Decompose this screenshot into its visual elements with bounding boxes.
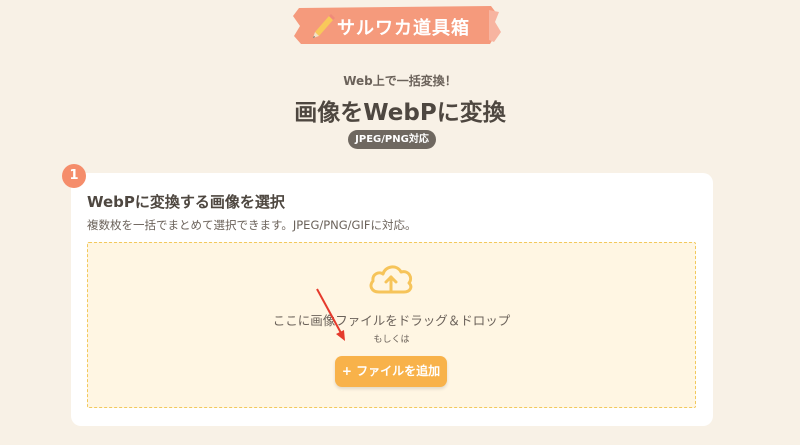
upload-card: WebPに変換する画像を選択 複数枚を一括でまとめて選択できます。JPEG/PN… — [71, 173, 713, 426]
file-dropzone[interactable]: ここに画像ファイルをドラッグ＆ドロップ もしくは + ファイルを追加 — [87, 242, 696, 408]
pencil-icon — [313, 14, 335, 38]
add-file-button[interactable]: + ファイルを追加 — [335, 356, 447, 387]
page-title: 画像をWebPに変換 — [294, 100, 506, 126]
page-subtitle: Web上で一括変換！ — [343, 74, 457, 88]
step-title: WebPに変換する画像を選択 — [87, 193, 285, 211]
logo-text: サルワカ道具箱 — [337, 18, 470, 39]
dropzone-text: ここに画像ファイルをドラッグ＆ドロップ — [272, 313, 511, 328]
site-logo[interactable]: サルワカ道具箱 — [291, 2, 501, 48]
step-number-badge: 1 — [62, 164, 86, 188]
dropzone-or-text: もしくは — [373, 335, 410, 345]
step-description: 複数枚を一括でまとめて選択できます。JPEG/PNG/GIFに対応。 — [87, 218, 417, 232]
format-badge: JPEG/PNG対応 — [348, 130, 436, 149]
cloud-upload-icon — [369, 265, 413, 294]
